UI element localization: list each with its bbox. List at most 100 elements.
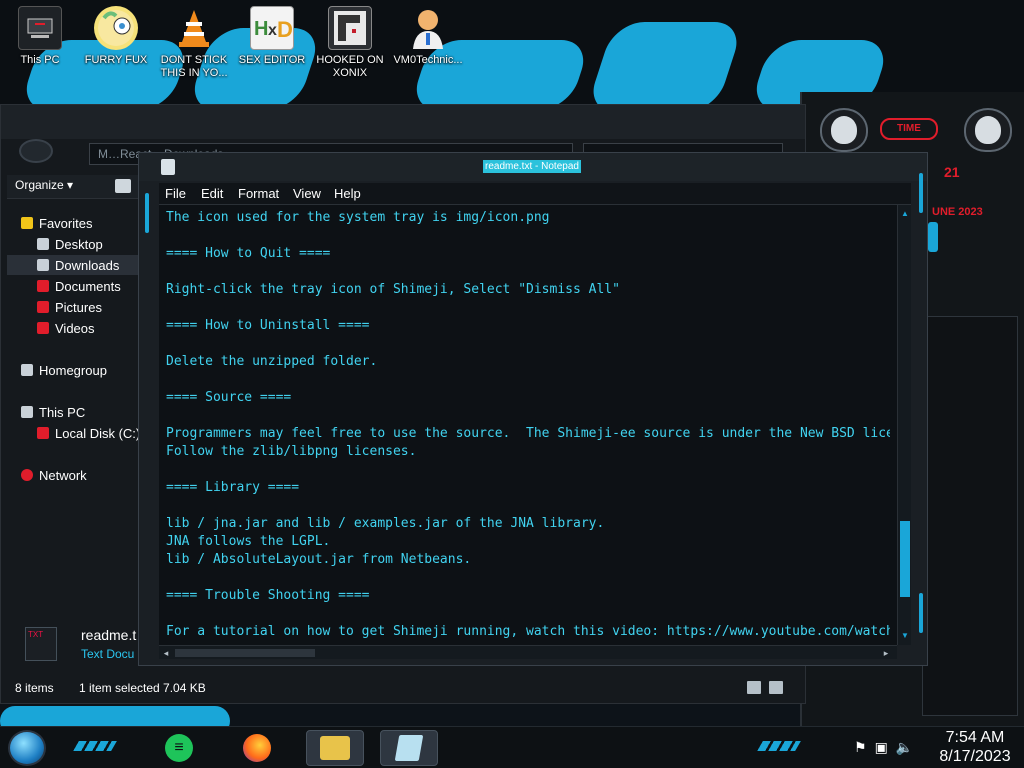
frame-accent	[145, 193, 149, 233]
nav-item-local-disk[interactable]: Local Disk (C:)	[37, 423, 140, 443]
nav-item-label: Documents	[55, 278, 121, 294]
document-icon	[37, 280, 49, 292]
document-text[interactable]: The icon used for the system tray is img…	[166, 209, 890, 641]
taskbar-app-messages[interactable]: ≡	[150, 730, 208, 766]
notepad-window: readme.txt - Notepad File Edit Format Vi…	[138, 152, 928, 666]
nav-item-label: Homegroup	[39, 362, 107, 378]
volume-icon[interactable]: 🔈	[896, 739, 913, 757]
taskbar-app-firefox[interactable]	[228, 730, 286, 766]
alien-head-icon	[964, 108, 1012, 152]
xonix-game-icon	[328, 6, 372, 50]
nav-item-favorites[interactable]: Favorites	[21, 213, 92, 233]
nav-item-desktop[interactable]: Desktop	[37, 234, 103, 254]
download-icon	[37, 259, 49, 271]
desktop-icon-furry-fux[interactable]: FURRY FUX	[78, 6, 154, 67]
taskbar-accent	[757, 741, 801, 751]
desktop-icon-hooked-on-xonix[interactable]: HOOKED ON XONIX	[312, 6, 388, 80]
menu-bar: File Edit Format View Help	[159, 183, 911, 205]
nav-item-label: Pictures	[55, 299, 102, 315]
scroll-up-icon[interactable]: ▲	[900, 209, 910, 219]
desktop-icon-sex-editor[interactable]: HxD SEX EDITOR	[234, 6, 310, 67]
gadget-time-badge: TIME	[880, 118, 938, 140]
desktop-icon-label: VM0Technic...	[393, 54, 463, 66]
view-toggle-icon[interactable]	[115, 179, 131, 193]
flag-icon[interactable]: ⚑	[854, 739, 867, 757]
computer-icon	[18, 6, 62, 50]
clock-date: 8/17/2023	[939, 748, 1011, 765]
clock[interactable]: 7:54 AM 8/17/2023	[930, 728, 1020, 766]
desktop-icon	[37, 238, 49, 250]
network-icon	[21, 469, 33, 481]
nav-item-network[interactable]: Network	[21, 465, 87, 485]
chat-app-icon: ≡	[165, 734, 193, 762]
nav-item-this-pc[interactable]: This PC	[21, 402, 85, 422]
hxd-editor-icon: HxD	[250, 6, 294, 50]
computer-icon	[21, 406, 33, 418]
desktop-icon-dont-stick[interactable]: DONT STICK THIS IN YO...	[156, 6, 232, 80]
menu-format[interactable]: Format	[238, 186, 279, 201]
large-icons-view-icon[interactable]	[769, 681, 783, 694]
nav-item-label: Favorites	[39, 215, 93, 231]
taskbar-app-notepad[interactable]	[380, 730, 438, 766]
video-icon	[37, 322, 49, 334]
menu-file[interactable]: File	[165, 186, 186, 201]
frame-accent	[919, 173, 923, 213]
firefox-icon	[243, 734, 271, 762]
scroll-thumb[interactable]	[900, 521, 910, 597]
drive-icon	[37, 427, 49, 439]
desktop-icon-this-pc[interactable]: This PC	[2, 6, 78, 67]
svg-text:H: H	[254, 18, 268, 40]
nav-item-label: Downloads	[55, 257, 120, 273]
start-button[interactable]	[8, 730, 46, 766]
desktop-icon-label: SEX EDITOR	[238, 54, 306, 66]
window-title: readme.txt - Notepad	[483, 160, 581, 173]
system-tray: ⚑ ▣ 🔈	[854, 739, 913, 757]
gadget-month: UNE 2023	[932, 206, 983, 218]
taskbar: ≡ ⚑ ▣ 🔈 7:54 AM 8/17/2023	[0, 726, 1024, 768]
cartoon-face-icon	[94, 6, 138, 50]
vertical-scrollbar[interactable]: ▲ ▼	[897, 205, 911, 645]
nav-item-videos[interactable]: Videos	[37, 318, 95, 338]
gadget-day: 21	[944, 164, 960, 180]
navigation-pane: Favorites Desktop Downloads Documents Pi…	[7, 205, 140, 615]
menu-edit[interactable]: Edit	[201, 186, 223, 201]
nav-item-label: Local Disk (C:)	[55, 425, 141, 441]
gadget-inner-pane	[922, 316, 1018, 716]
scroll-down-icon[interactable]: ▼	[900, 631, 910, 641]
nav-item-downloads[interactable]: Downloads	[7, 255, 139, 275]
nav-item-pictures[interactable]: Pictures	[37, 297, 102, 317]
network-icon[interactable]: ▣	[875, 739, 888, 757]
taskbar-accent	[73, 741, 117, 751]
notepad-titlebar[interactable]: readme.txt - Notepad	[139, 153, 927, 181]
frame-accent	[919, 593, 923, 633]
back-forward-button[interactable]	[19, 139, 53, 163]
text-editor-area[interactable]: The icon used for the system tray is img…	[159, 205, 897, 645]
vlc-cone-icon	[172, 6, 216, 50]
selected-file-item[interactable]: TXT readme.t Text Docu	[21, 623, 141, 667]
selection-info: 1 item selected 7.04 KB	[79, 681, 206, 695]
desktop-icon-vm0technic[interactable]: VM0Technic...	[390, 6, 466, 67]
desktop-icon-label: This PC	[20, 54, 60, 66]
svg-text:D: D	[277, 17, 292, 42]
details-view-icon[interactable]	[747, 681, 761, 694]
scroll-right-icon[interactable]: ▸	[881, 647, 891, 659]
nav-item-label: Videos	[55, 320, 95, 336]
notepad-icon	[394, 735, 424, 761]
file-type: Text Docu	[81, 647, 135, 661]
scroll-left-icon[interactable]: ◂	[161, 647, 171, 659]
svg-text:x: x	[268, 22, 277, 39]
menu-help[interactable]: Help	[334, 186, 361, 201]
taskbar-app-file-explorer[interactable]	[306, 730, 364, 766]
text-file-icon: TXT	[25, 627, 57, 661]
technician-avatar-icon	[406, 6, 450, 50]
item-count: 8 items	[15, 681, 54, 695]
nav-item-label: This PC	[39, 404, 86, 420]
nav-item-label: Network	[39, 467, 87, 483]
nav-item-documents[interactable]: Documents	[37, 276, 121, 296]
scroll-thumb[interactable]	[175, 649, 315, 657]
picture-icon	[37, 301, 49, 313]
horizontal-scrollbar[interactable]: ◂ ▸	[159, 645, 897, 659]
menu-view[interactable]: View	[293, 186, 321, 201]
organize-button[interactable]: Organize ▾	[15, 178, 73, 192]
nav-item-homegroup[interactable]: Homegroup	[21, 360, 107, 380]
